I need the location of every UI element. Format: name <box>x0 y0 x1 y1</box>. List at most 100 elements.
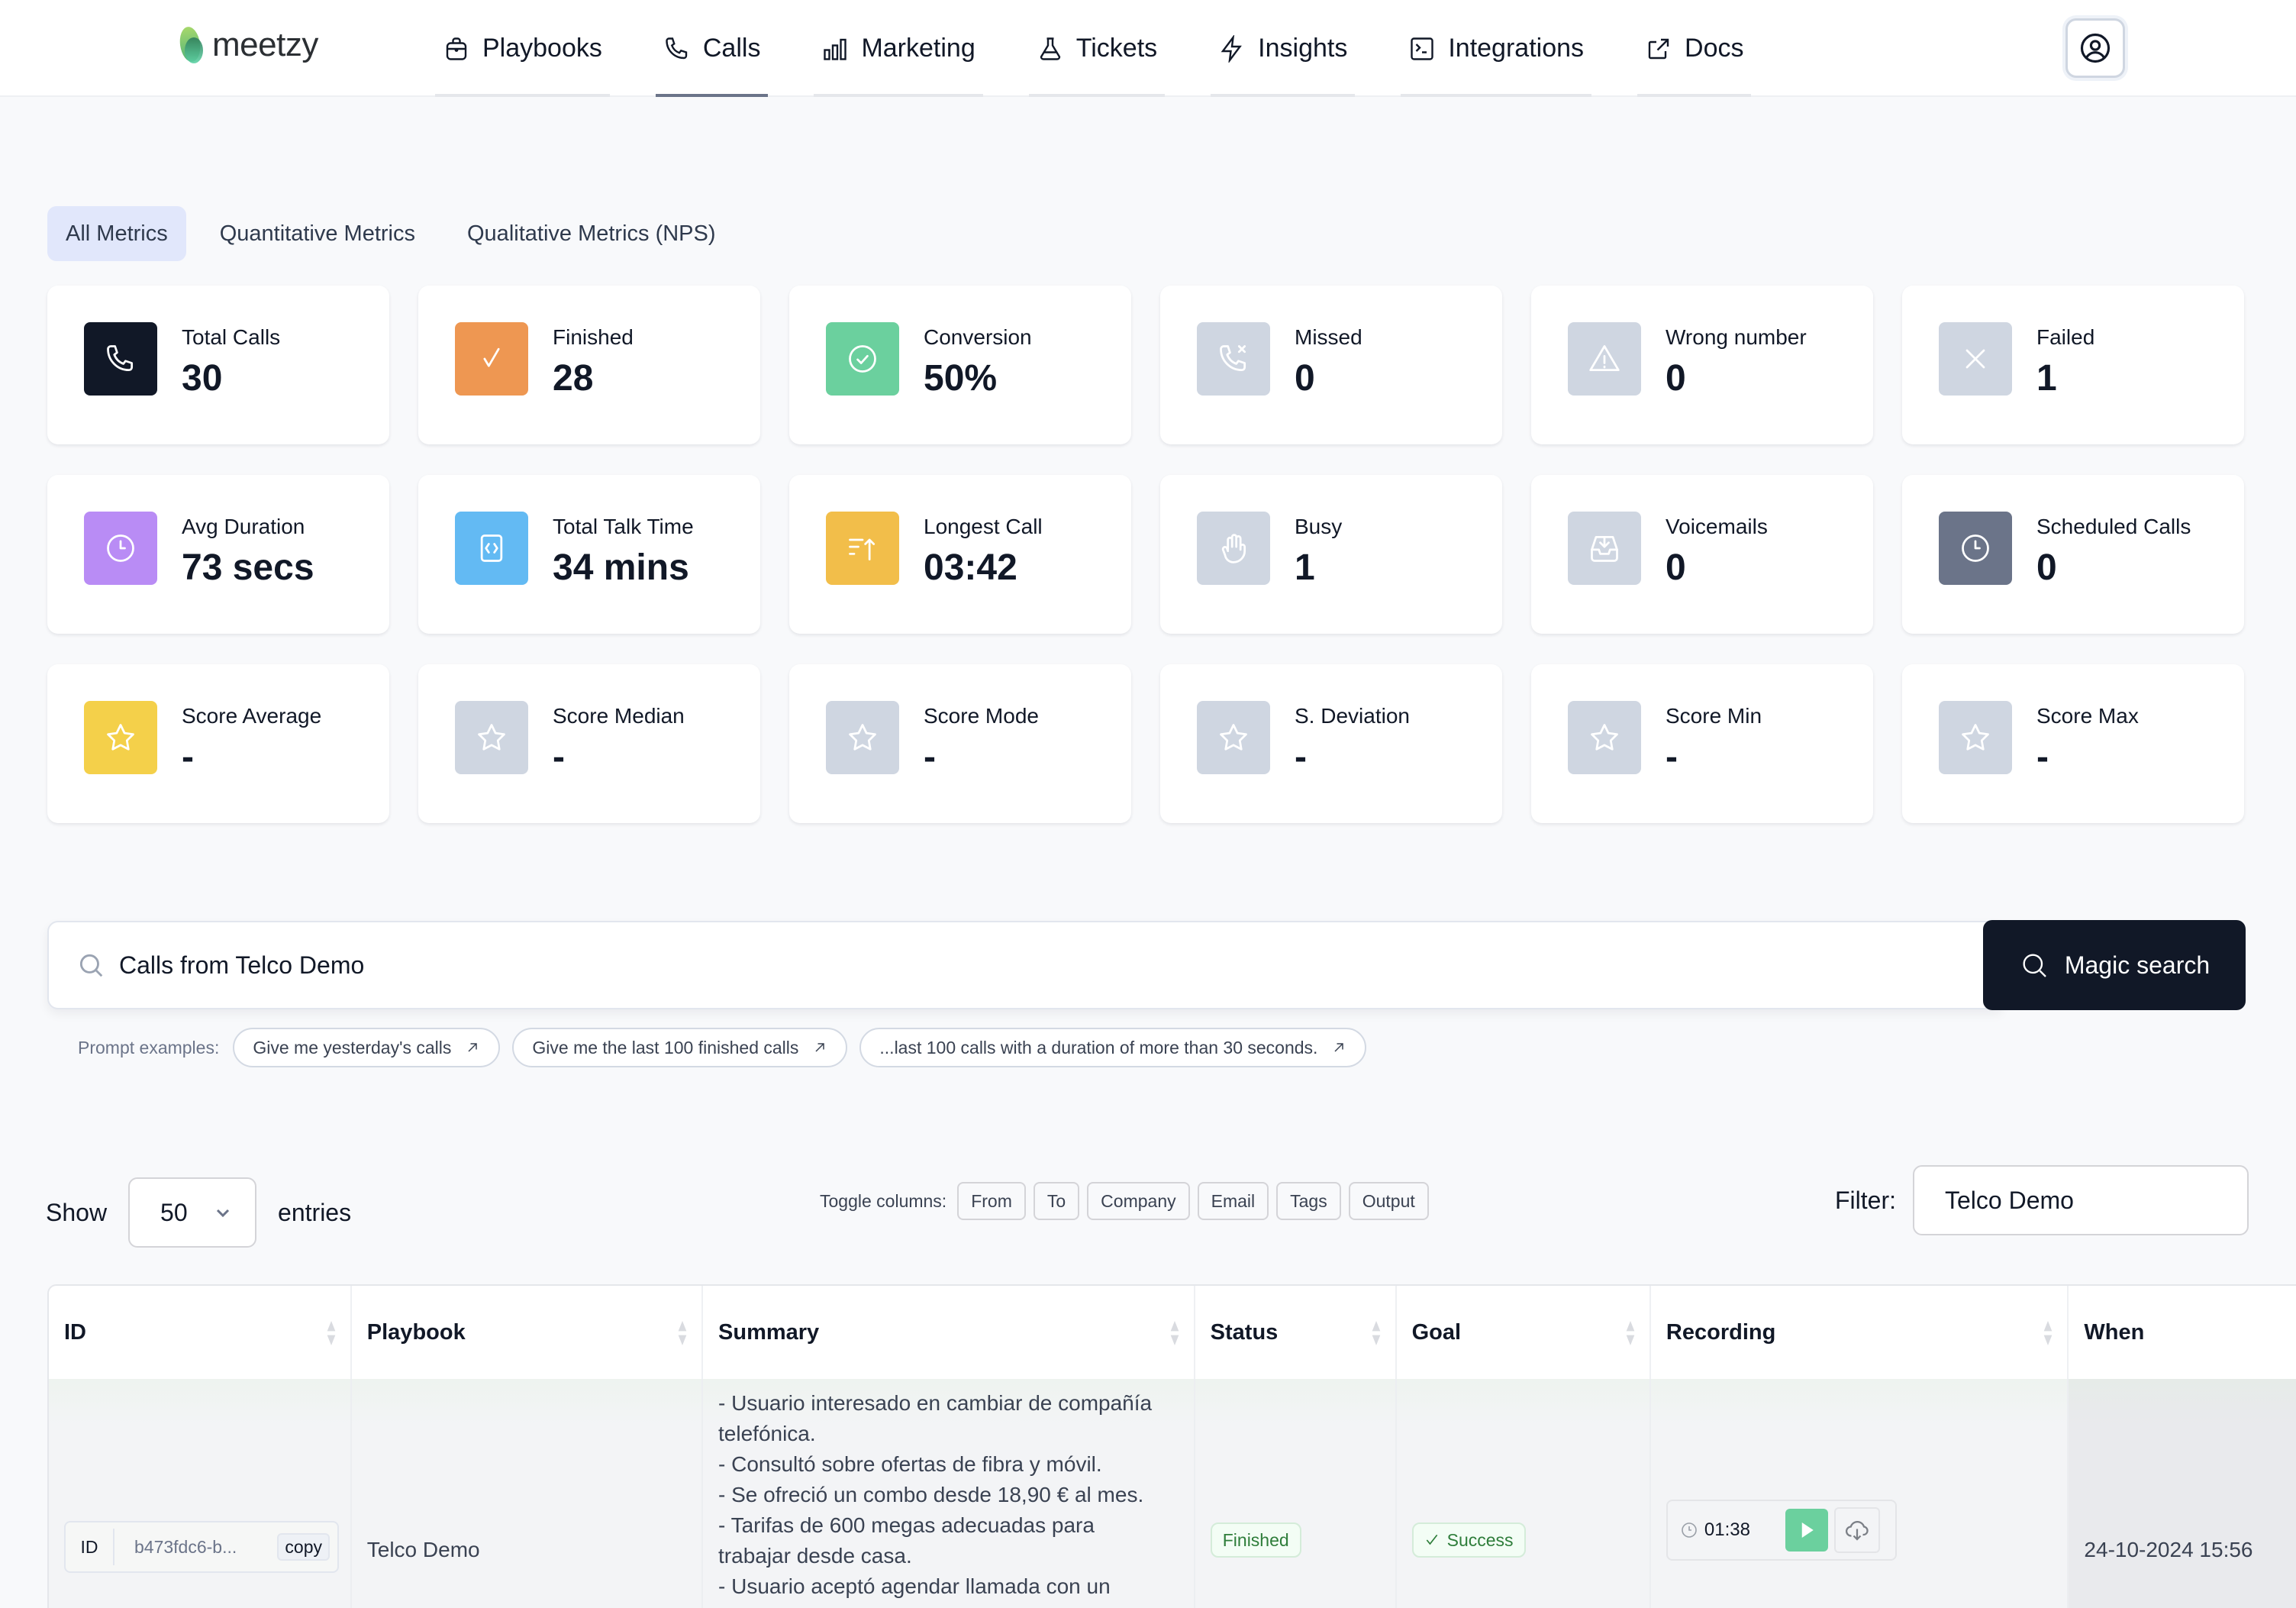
sort-icon <box>1170 1321 1179 1345</box>
toggle-column-to[interactable]: To <box>1033 1182 1080 1220</box>
metric-card-voicemails: Voicemails 0 <box>1531 475 1873 634</box>
entries-label: entries <box>278 1198 352 1226</box>
code-icon <box>480 534 503 562</box>
arrow-up-right-icon <box>1334 1043 1344 1052</box>
metric-icon-tile <box>826 701 899 774</box>
nav-label: Insights <box>1258 34 1348 63</box>
toggle-column-tags[interactable]: Tags <box>1276 1182 1341 1220</box>
inbox-icon <box>1591 535 1618 562</box>
prompt-chip[interactable]: Give me the last 100 finished calls <box>512 1028 848 1067</box>
goal-label: Success <box>1446 1529 1514 1550</box>
metric-label: Score Max <box>2036 704 2139 728</box>
nav-label: Marketing <box>861 34 975 63</box>
table-row[interactable]: ID b473fdc6-b... copy Telco Demo - Usuar… <box>49 1379 2296 1608</box>
nav-item-integrations[interactable]: Integrations <box>1401 0 1592 97</box>
metric-label: Total Talk Time <box>553 515 694 538</box>
copy-id-button[interactable]: copy <box>277 1533 330 1561</box>
prompt-text: Give me the last 100 finished calls <box>532 1037 799 1057</box>
metric-label: Failed <box>2036 325 2095 349</box>
metric-value: - <box>1295 737 1307 777</box>
status-badge: Finished <box>1210 1522 1301 1558</box>
metric-icon-tile <box>1197 701 1270 774</box>
id-chip: ID b473fdc6-b... copy <box>64 1521 339 1573</box>
column-header-summary[interactable]: Summary <box>703 1286 1195 1379</box>
nav-label: Calls <box>702 34 761 63</box>
toggle-column-email[interactable]: Email <box>1197 1182 1269 1220</box>
metric-label: Conversion <box>924 325 1032 349</box>
lightning-icon <box>1221 34 1243 63</box>
metric-value: 28 <box>553 358 594 399</box>
column-header-goal[interactable]: Goal <box>1397 1286 1651 1379</box>
x-icon <box>1965 349 1985 369</box>
prompt-chip[interactable]: Give me yesterday's calls <box>233 1028 501 1067</box>
nav-item-calls[interactable]: Calls <box>655 0 769 97</box>
column-header-recording[interactable]: Recording <box>1651 1286 2069 1379</box>
toggle-column-company[interactable]: Company <box>1087 1182 1190 1220</box>
metric-card-busy: Busy 1 <box>1160 475 1502 634</box>
metric-icon-tile <box>455 512 528 585</box>
metric-icon-tile <box>1197 512 1270 585</box>
metric-label: Avg Duration <box>182 515 305 538</box>
tab-quantitative-metrics[interactable]: Quantitative Metrics <box>202 206 434 261</box>
tab-all-metrics[interactable]: All Metrics <box>47 206 186 261</box>
goal-badge: Success <box>1411 1522 1526 1558</box>
filter-label: Filter: <box>1835 1186 1896 1214</box>
recording-duration: 01:38 <box>1704 1519 1750 1540</box>
metric-card-longest-call: Longest Call 03:42 <box>789 475 1131 634</box>
search-input[interactable]: Calls from Telco Demo <box>47 921 2001 1009</box>
logo[interactable]: meetzy <box>177 25 318 64</box>
metric-icon-tile <box>826 512 899 585</box>
cell-when: 24-10-2024 15:56 <box>2069 1379 2296 1608</box>
metric-card-finished: Finished 28 <box>418 286 760 444</box>
toggle-column-output[interactable]: Output <box>1348 1182 1429 1220</box>
show-label: Show <box>46 1198 108 1226</box>
clock-icon <box>1682 1522 1697 1538</box>
metric-value: 03:42 <box>924 547 1017 588</box>
nav-item-insights[interactable]: Insights <box>1211 0 1356 97</box>
metric-card-missed: Missed 0 <box>1160 286 1502 444</box>
filter-input[interactable]: Telco Demo <box>1913 1165 2249 1235</box>
magic-search-button[interactable]: Magic search <box>1983 920 2246 1010</box>
phone-icon <box>107 345 134 372</box>
call-datetime: 24-10-2024 15:56 <box>2084 1538 2253 1561</box>
metric-value: - <box>553 737 565 777</box>
magic-search: Calls from Telco Demo Magic search <box>47 920 2246 1010</box>
column-label: Recording <box>1666 1319 1776 1345</box>
nav-item-tickets[interactable]: Tickets <box>1028 0 1166 97</box>
nav-item-playbooks[interactable]: Playbooks <box>435 0 610 97</box>
metric-icon-tile <box>826 322 899 396</box>
metric-label: Score Min <box>1666 704 1762 728</box>
playbook-name: Telco Demo <box>366 1538 480 1561</box>
column-header-status[interactable]: Status <box>1195 1286 1397 1379</box>
metric-card-conversion: Conversion 50% <box>789 286 1131 444</box>
profile-button[interactable] <box>2065 18 2125 78</box>
metric-label: Voicemails <box>1666 515 1768 538</box>
column-label: Status <box>1210 1319 1279 1345</box>
tab-qualitative-metrics[interactable]: Qualitative Metrics (NPS) <box>449 206 734 261</box>
cell-goal: Success <box>1397 1379 1651 1608</box>
entries-select[interactable]: 50 <box>128 1177 257 1248</box>
cell-recording: 01:38 <box>1651 1379 2069 1608</box>
metric-value: 30 <box>182 358 223 399</box>
prompt-text: Give me yesterday's calls <box>253 1037 452 1057</box>
play-button[interactable] <box>1785 1509 1828 1551</box>
column-label: When <box>2084 1319 2145 1345</box>
metric-card-wrong-number: Wrong number 0 <box>1531 286 1873 444</box>
column-header-id[interactable]: ID <box>49 1286 352 1379</box>
column-header-when[interactable]: When <box>2069 1286 2296 1379</box>
toggle-columns-label: Toggle columns: <box>820 1190 947 1211</box>
check-circle-icon <box>849 345 876 373</box>
nav-item-marketing[interactable]: Marketing <box>814 0 983 97</box>
metric-card-s-deviation: S. Deviation - <box>1160 664 1502 823</box>
search-query: Calls from Telco Demo <box>119 951 365 979</box>
download-button[interactable] <box>1833 1507 1880 1553</box>
calls-table: ID Playbook Summary Status Goal Recordin… <box>47 1284 2296 1608</box>
metric-card-score-min: Score Min - <box>1531 664 1873 823</box>
nav-item-docs[interactable]: Docs <box>1637 0 1752 97</box>
prompt-chip[interactable]: ...last 100 calls with a duration of mor… <box>859 1028 1367 1067</box>
column-header-playbook[interactable]: Playbook <box>352 1286 704 1379</box>
toggle-column-from[interactable]: From <box>957 1182 1026 1220</box>
sort-icon <box>1626 1321 1635 1345</box>
arrow-up-right-icon <box>468 1043 478 1052</box>
metric-value: 1 <box>2036 358 2057 399</box>
